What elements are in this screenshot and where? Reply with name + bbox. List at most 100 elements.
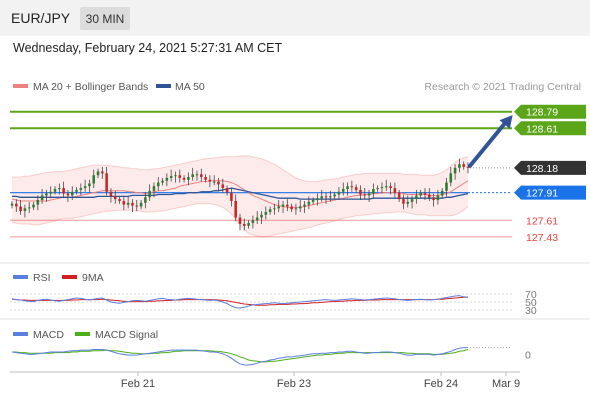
candle-body <box>182 177 186 180</box>
support-level-label: 127.61 <box>526 215 558 227</box>
rsi-legend: RSI 9MA <box>13 272 104 284</box>
candle-body <box>389 186 392 189</box>
candle-body <box>101 171 104 174</box>
candle-body <box>165 177 169 181</box>
candle-body <box>329 196 332 198</box>
candle-body <box>419 192 422 196</box>
support-level-label: 127.43 <box>526 232 558 244</box>
candle-body <box>199 174 203 178</box>
candle-body <box>367 193 371 196</box>
candle-body <box>402 199 405 204</box>
forecast-arrow-shaft <box>468 121 507 168</box>
candle-body <box>45 193 48 196</box>
candle-body <box>432 197 435 201</box>
legend-label-rsi-ma: 9MA <box>82 272 104 284</box>
forecast-arrow-layer <box>468 115 513 168</box>
candle-body <box>449 173 453 183</box>
candle-body <box>156 182 160 187</box>
level-labels-layer: 128.79 128.61 128.18 127.91 127.61 127.43 <box>514 104 586 244</box>
candle-body <box>337 191 341 195</box>
candle-body <box>359 189 362 195</box>
candle-body <box>307 201 311 205</box>
candle-body <box>423 192 427 195</box>
legend-swatch-macd <box>13 332 28 336</box>
candle-body <box>66 193 70 196</box>
legend-label-bollinger: MA 20 + Bollinger Bands <box>33 81 148 93</box>
price-tag-label: 128.79 <box>526 107 558 119</box>
candle-body <box>462 164 465 167</box>
candle-body <box>363 194 367 196</box>
candle-body <box>453 167 457 174</box>
candle-body <box>10 203 14 206</box>
rsi-panel: 705030 <box>10 289 537 317</box>
x-tick-label: Feb 21 <box>121 378 155 390</box>
candle-body <box>427 194 431 198</box>
candle-body <box>113 196 117 200</box>
candle-body <box>212 181 216 183</box>
candle-body <box>281 204 285 207</box>
candle-body <box>316 198 319 201</box>
candle-body <box>234 200 237 218</box>
macd-signal-line <box>12 349 469 363</box>
price-tag-label: 128.61 <box>526 123 558 135</box>
price-legend: MA 20 + Bollinger Bands MA 50 Research ©… <box>13 81 581 93</box>
candle-body <box>286 204 289 207</box>
candle-body <box>96 171 100 176</box>
legend-label-macd-signal: MACD Signal <box>95 329 158 341</box>
legend-swatch-rsi <box>13 275 28 279</box>
chart-canvas: MA 20 + Bollinger Bands MA 50 Research ©… <box>0 81 590 390</box>
candle-body <box>23 208 27 212</box>
candle-body <box>161 180 164 183</box>
candle-body <box>260 214 263 218</box>
candle-body <box>350 186 354 188</box>
legend-swatch-ma50 <box>156 84 171 88</box>
candle-body <box>144 197 147 203</box>
candle-body <box>268 209 272 212</box>
candle-body <box>32 204 35 208</box>
macd-panel: 0 <box>11 347 531 366</box>
candle-body <box>294 208 298 210</box>
candle-body <box>440 190 444 196</box>
candle-body <box>436 195 440 201</box>
candle-body <box>208 179 212 182</box>
legend-swatch-rsi-ma <box>62 275 77 279</box>
candle-body <box>27 207 31 209</box>
price-level-tag: 127.91 <box>514 185 586 200</box>
candle-body <box>118 199 121 201</box>
candle-body <box>15 203 18 207</box>
candle-body <box>251 220 255 224</box>
candle-body <box>169 176 173 178</box>
candle-body <box>380 187 384 189</box>
candle-body <box>341 189 345 192</box>
research-credit: Research © 2021 Trading Central <box>424 81 581 93</box>
candle-body <box>458 164 461 168</box>
candle-body <box>19 206 22 212</box>
candle-body <box>83 186 87 189</box>
x-axis-ticks: Feb 21 Feb 23 Feb 24 Mar 9 <box>121 372 520 390</box>
candle-body <box>346 186 349 189</box>
candle-body <box>92 175 96 184</box>
x-tick-label: Feb 23 <box>277 378 311 390</box>
candle-body <box>178 175 182 178</box>
price-level-tag: 128.18 <box>514 160 586 175</box>
candle-body <box>290 206 293 210</box>
candle-body <box>191 174 194 178</box>
legend-label-ma50: MA 50 <box>175 81 205 93</box>
price-level-tag: 128.61 <box>514 121 586 136</box>
candle-body <box>372 189 375 194</box>
candle-body <box>36 200 40 205</box>
candle-body <box>415 195 418 200</box>
x-tick-label: Mar 9 <box>492 378 520 390</box>
price-tag-label: 128.18 <box>526 163 558 175</box>
candle-body <box>58 188 61 190</box>
candle-body <box>333 194 336 197</box>
rsi-level-label: 30 <box>525 305 537 317</box>
candle-body <box>277 206 281 209</box>
candle-body <box>247 223 250 226</box>
candle-body <box>311 200 315 202</box>
candle-body <box>131 202 134 206</box>
candle-body <box>303 204 306 207</box>
candle-body <box>238 217 242 224</box>
candle-body <box>70 191 74 196</box>
candle-body <box>320 196 324 199</box>
